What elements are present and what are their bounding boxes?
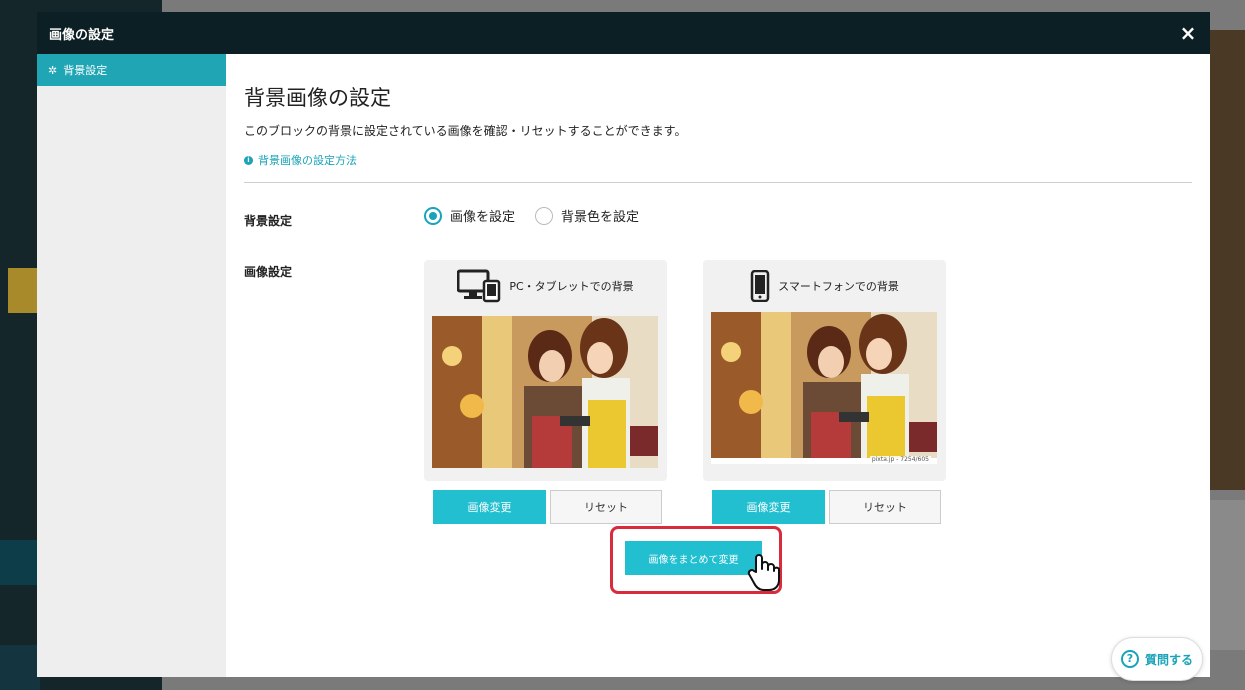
modal-title: 画像の設定 [49,27,115,43]
sidebar-item-background-settings[interactable]: ✲ 背景設定 [37,54,226,86]
gear-icon: ✲ [48,63,58,77]
page-title: 背景画像の設定 [244,86,391,110]
modal-body: ✲ 背景設定 背景画像の設定 このブロックの背景に設定されている画像を確認・リセ… [37,54,1210,677]
background-monitor-tile [0,540,40,585]
divider [244,182,1192,183]
close-icon[interactable]: × [1178,21,1198,45]
pc-background-image [432,316,658,468]
page-description: このブロックの背景に設定されている画像を確認・リセットすることができます。 [244,124,687,138]
background-accent [8,268,38,313]
sidebar-item-label: 背景設定 [63,64,108,77]
smartphone-icon [750,270,770,302]
radio-image[interactable] [424,206,442,225]
modal-header: 画像の設定 × [37,12,1210,54]
background-setting-label: 背景設定 [244,214,293,228]
help-link[interactable]: i 背景画像の設定方法 [244,152,357,168]
background-right-image [1210,30,1245,490]
radio-color-label: 背景色を設定 [561,210,640,225]
background-right-panel [1210,500,1245,650]
info-icon: i [244,155,253,165]
question-icon: ? [1120,650,1139,668]
image-credit: pixta.jp - 7254/605 [869,456,931,463]
ask-question-label: 質問する [1144,652,1193,667]
pc-reset-button[interactable]: リセット [550,490,662,524]
modal-sidebar: ✲ 背景設定 [37,54,226,677]
smartphone-change-image-button[interactable]: 画像変更 [712,490,825,524]
pc-background-card: PC・タブレットでの背景 [424,260,667,481]
background-setting-radio-group: 画像を設定 背景色を設定 [424,206,659,225]
card-header: PC・タブレットでの背景 [424,260,667,312]
radio-color[interactable] [535,206,554,225]
radio-option-image[interactable]: 画像を設定 [424,206,515,225]
radio-image-label: 画像を設定 [450,210,516,225]
smartphone-background-image: pixta.jp - 7254/605 [711,312,937,464]
card-title: スマートフォンでの背景 [778,280,899,293]
image-setting-label: 画像設定 [244,265,293,279]
pointer-hand-icon [747,554,780,591]
card-title: PC・タブレットでの背景 [509,280,634,293]
bulk-change-image-button[interactable]: 画像をまとめて変更 [625,541,762,575]
smartphone-background-card: スマートフォンでの背景 pixta.jp - 7254/605 [703,260,946,481]
radio-option-color[interactable]: 背景色を設定 [535,206,639,225]
pc-change-image-button[interactable]: 画像変更 [433,490,546,524]
modal-content: 背景画像の設定 このブロックの背景に設定されている画像を確認・リセットすることが… [226,54,1210,677]
background-bottom-tile [0,645,40,690]
help-link-label: 背景画像の設定方法 [258,154,357,167]
desktop-tablet-icon [457,269,501,303]
card-header: スマートフォンでの背景 [703,260,946,312]
image-settings-modal: 画像の設定 × ✲ 背景設定 背景画像の設定 このブロックの背景に設定されている… [37,12,1210,677]
ask-question-button[interactable]: ? 質問する [1111,637,1203,681]
smartphone-reset-button[interactable]: リセット [829,490,941,524]
